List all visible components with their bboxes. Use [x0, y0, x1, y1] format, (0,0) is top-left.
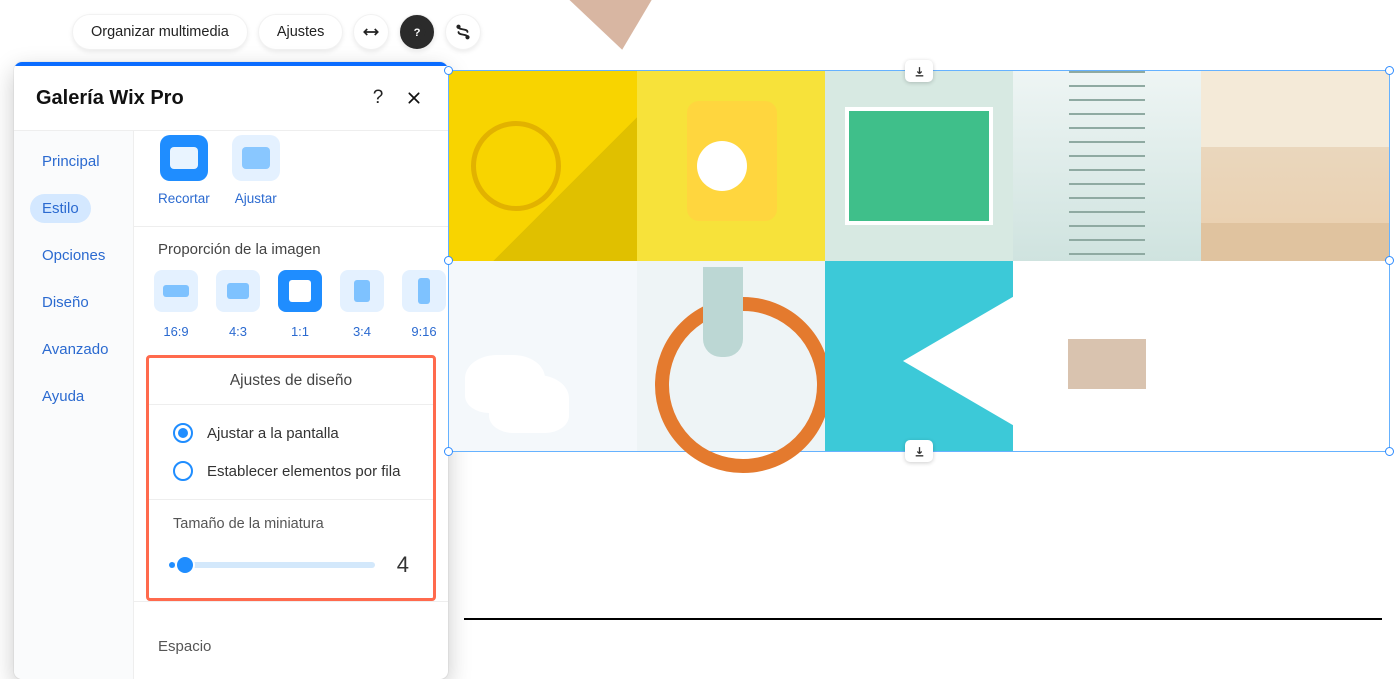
crop-option[interactable]: Recortar [158, 135, 210, 206]
gallery-tile[interactable] [637, 71, 825, 261]
gallery-tile[interactable] [1013, 261, 1201, 451]
fit-label: Ajustar [235, 191, 277, 206]
ratio-4-3[interactable]: 4:3 [214, 270, 262, 339]
attach-bottom-badge[interactable] [905, 440, 933, 462]
gallery-tile[interactable] [1201, 71, 1389, 261]
layout-mode-radio-group: Ajustar a la pantalla Establecer element… [149, 405, 433, 500]
gallery-tile[interactable] [1201, 261, 1389, 451]
organize-media-button[interactable]: Organizar multimedia [72, 14, 248, 50]
ratio-3-4-label: 3:4 [353, 324, 371, 339]
thumbnail-size-block: Tamaño de la miniatura 4 [149, 500, 433, 598]
fit-icon [232, 135, 280, 181]
slider-thumb[interactable] [177, 557, 193, 573]
gallery-tile[interactable] [1013, 71, 1201, 261]
crop-icon [160, 135, 208, 181]
resize-handle-rm[interactable] [1385, 256, 1394, 265]
items-per-row-radio[interactable]: Establecer elementos por fila [173, 461, 433, 481]
gallery-settings-panel: Galería Wix Pro ? Principal Estilo Opcio… [14, 62, 448, 679]
design-settings-heading: Ajustes de diseño [149, 358, 433, 405]
gallery-tile[interactable] [449, 71, 637, 261]
gallery-tile[interactable] [449, 261, 637, 451]
aspect-ratio-row: 16:9 4:3 1:1 3:4 9:16 [134, 270, 448, 339]
panel-help-icon[interactable]: ? [364, 84, 392, 112]
ratio-3-4[interactable]: 3:4 [338, 270, 386, 339]
crop-label: Recortar [158, 191, 210, 206]
attach-top-badge[interactable] [905, 60, 933, 82]
ratio-9-16[interactable]: 9:16 [400, 270, 448, 339]
panel-content: Recortar Ajustar Proporción de la imagen… [134, 131, 448, 679]
panel-title: Galería Wix Pro [36, 87, 356, 110]
editor-canvas[interactable] [448, 70, 1390, 452]
sidebar-item-avanzado[interactable]: Avanzado [30, 335, 120, 364]
crop-fit-choice: Recortar Ajustar [134, 131, 448, 218]
help-icon[interactable]: ? [399, 14, 435, 50]
design-settings-highlight: Ajustes de diseño Ajustar a la pantalla … [146, 355, 436, 601]
sidebar-item-ayuda[interactable]: Ayuda [30, 382, 96, 411]
ratio-1-1[interactable]: 1:1 [276, 270, 324, 339]
thumbnail-size-value: 4 [397, 552, 409, 578]
ratio-16-9[interactable]: 16:9 [152, 270, 200, 339]
ratio-16-9-label: 16:9 [163, 324, 188, 339]
settings-button[interactable]: Ajustes [258, 14, 344, 50]
element-toolbar: Organizar multimedia Ajustes ? [72, 14, 481, 50]
resize-handle-lm[interactable] [444, 256, 453, 265]
gallery-tile[interactable] [825, 71, 1013, 261]
gallery-selection-frame[interactable] [448, 70, 1390, 452]
panel-header: Galería Wix Pro ? [14, 66, 448, 131]
radio-icon [173, 423, 193, 443]
resize-handle-br[interactable] [1385, 447, 1394, 456]
svg-text:?: ? [414, 27, 421, 39]
animation-icon[interactable] [445, 14, 481, 50]
ratio-1-1-label: 1:1 [291, 324, 309, 339]
resize-handle-bl[interactable] [444, 447, 453, 456]
gallery-tile[interactable] [637, 261, 825, 451]
ratio-9-16-label: 9:16 [411, 324, 436, 339]
thumbnail-size-label: Tamaño de la miniatura [173, 516, 409, 532]
gallery-grid [449, 71, 1389, 451]
divider [134, 601, 448, 602]
ratio-4-3-label: 4:3 [229, 324, 247, 339]
sidebar-item-principal[interactable]: Principal [30, 147, 112, 176]
fit-to-screen-radio[interactable]: Ajustar a la pantalla [173, 423, 433, 443]
items-per-row-label: Establecer elementos por fila [207, 463, 400, 480]
slider-fill [169, 562, 175, 568]
resize-handle-tl[interactable] [444, 66, 453, 75]
radio-icon [173, 461, 193, 481]
sidebar-item-estilo[interactable]: Estilo [30, 194, 91, 223]
stretch-icon[interactable] [353, 14, 389, 50]
panel-close-icon[interactable] [400, 84, 428, 112]
thumbnail-size-slider[interactable] [173, 562, 375, 568]
sidebar-item-diseno[interactable]: Diseño [30, 288, 101, 317]
fit-to-screen-label: Ajustar a la pantalla [207, 425, 339, 442]
proportion-label: Proporción de la imagen [134, 241, 448, 270]
panel-side-menu: Principal Estilo Opciones Diseño Avanzad… [14, 131, 134, 679]
spacing-label: Espacio [134, 616, 448, 655]
gallery-tile[interactable] [825, 261, 1013, 451]
divider [134, 226, 448, 227]
fit-option[interactable]: Ajustar [232, 135, 280, 206]
sidebar-item-opciones[interactable]: Opciones [30, 241, 117, 270]
decorative-triangle [566, 0, 669, 56]
resize-handle-tr[interactable] [1385, 66, 1394, 75]
